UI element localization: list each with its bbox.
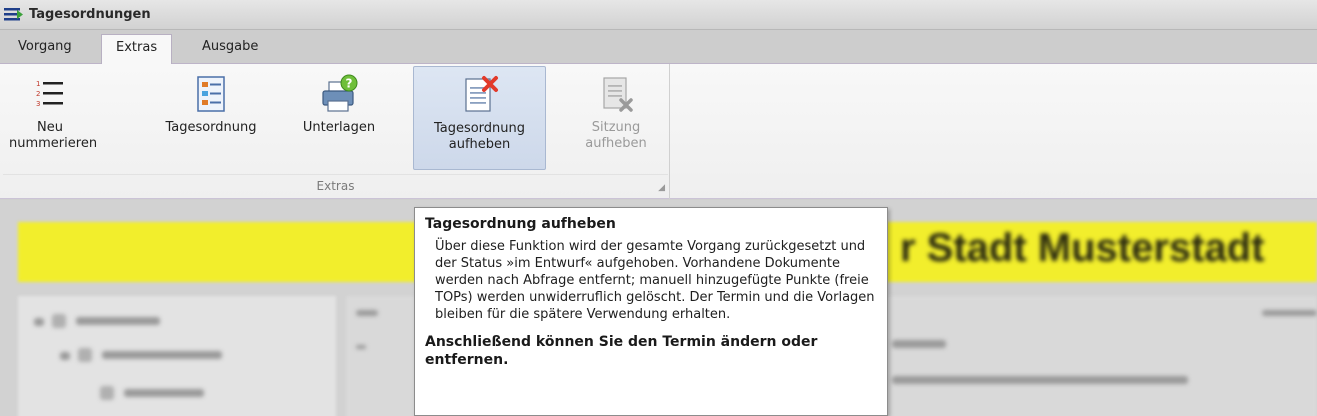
agenda-label: Tagesordnung xyxy=(165,120,257,135)
tooltip-cancel-agenda: Tagesordnung aufheben Über diese Funktio… xyxy=(414,207,888,416)
cancel-agenda-button[interactable]: Tagesordnung aufheben xyxy=(413,66,546,170)
tree-item xyxy=(124,389,204,397)
tree-node-icon xyxy=(78,348,92,362)
cancel-session-label: Sitzung aufheben xyxy=(585,120,647,151)
cancel-agenda-label: Tagesordnung aufheben xyxy=(433,121,526,152)
tree-expander-icon xyxy=(60,352,70,360)
svg-text:?: ? xyxy=(346,77,353,91)
cancel-session-button: Sitzung aufheben xyxy=(571,66,661,170)
svg-text:3: 3 xyxy=(36,100,40,108)
renumber-button[interactable]: 1 2 3 Neu nummerieren xyxy=(9,66,98,170)
grid-cell xyxy=(356,345,366,349)
agenda-icon xyxy=(191,74,231,114)
tab-vorgang[interactable]: Vorgang xyxy=(4,34,86,64)
session-delete-icon xyxy=(596,74,636,114)
agenda-button[interactable]: Tagesordnung xyxy=(151,66,271,170)
svg-text:2: 2 xyxy=(36,90,40,98)
tooltip-footer: Anschließend können Sie den Termin änder… xyxy=(425,334,818,368)
banner-title: r Stadt Musterstadt xyxy=(900,226,1265,270)
ribbon: 1 2 3 Neu nummerieren Tagesordnung ? Unt… xyxy=(0,64,1317,199)
tab-extras[interactable]: Extras xyxy=(101,34,173,64)
numbered-list-icon: 1 2 3 xyxy=(30,74,70,114)
tree-node-icon xyxy=(100,386,114,400)
ribbon-group-label: Extras xyxy=(3,174,668,196)
tree-node-icon xyxy=(52,314,66,328)
document-delete-icon xyxy=(460,75,500,115)
tooltip-body: Über diese Funktion wird der gesamte Vor… xyxy=(435,239,875,322)
ribbon-tab-row: Vorgang Extras Ausgabe xyxy=(0,30,1317,64)
svg-text:1: 1 xyxy=(36,80,40,88)
renumber-label: Neu nummerieren xyxy=(9,120,98,151)
tree-expander-icon xyxy=(34,318,44,326)
tree-item xyxy=(76,317,160,325)
window-title: Tagesordnungen xyxy=(29,7,151,22)
tooltip-title: Tagesordnung aufheben xyxy=(425,216,616,232)
tab-ausgabe[interactable]: Ausgabe xyxy=(188,34,272,64)
ribbon-group-extras: 1 2 3 Neu nummerieren Tagesordnung ? Unt… xyxy=(3,64,670,199)
title-bar: Tagesordnungen xyxy=(0,0,1317,30)
documents-label: Unterlagen xyxy=(302,120,376,135)
grid-header xyxy=(356,310,378,316)
grid-cell xyxy=(892,340,946,348)
tree-item xyxy=(102,351,222,359)
printer-help-icon: ? xyxy=(319,74,359,114)
list-icon xyxy=(4,7,24,23)
grid-cell xyxy=(892,376,1188,384)
documents-button[interactable]: ? Unterlagen xyxy=(289,66,389,170)
grid-header xyxy=(1262,310,1317,316)
group-launcher-icon[interactable]: ◢ xyxy=(658,183,665,193)
